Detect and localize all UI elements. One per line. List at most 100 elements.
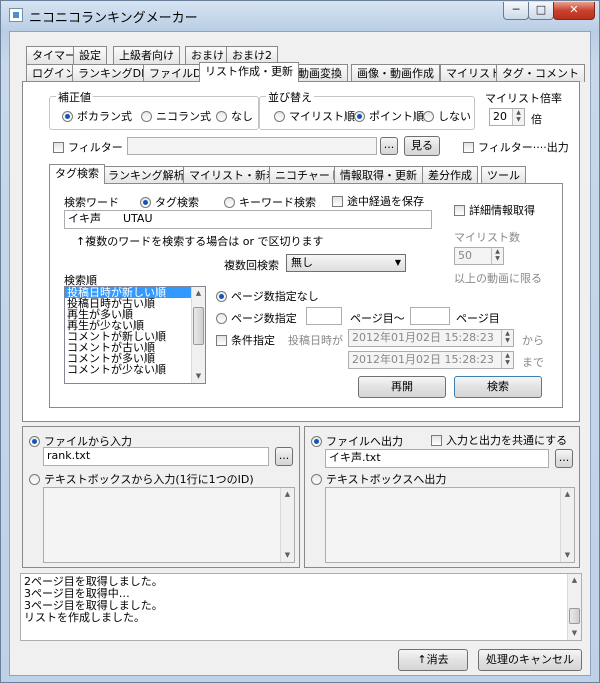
subtab-mylist-new[interactable]: マイリスト・新着 (183, 166, 283, 184)
log-textbox[interactable]: 2ページ目を取得しました。 3ページ目を取得中… 3ページ目を取得しました。 リ… (20, 573, 582, 641)
condition-checkbox[interactable]: 条件指定 (216, 332, 275, 348)
page-from-input[interactable] (306, 307, 342, 325)
filter-browse-button[interactable]: ... (380, 137, 398, 155)
filter-output-checkbox[interactable]: フィルター····出力 (463, 139, 569, 155)
scroll-down-icon[interactable]: ▼ (561, 549, 574, 562)
radio-keyword-search[interactable]: キーワード検索 (224, 194, 316, 210)
scroll-up-icon[interactable]: ▲ (192, 287, 205, 300)
radio-label: ボカラン式 (77, 110, 132, 123)
search-word-input[interactable]: イキ声 UTAU (64, 210, 432, 229)
tab-settings[interactable]: 設定 (73, 46, 107, 64)
scroll-down-icon[interactable]: ▼ (281, 549, 294, 562)
radio-dot (274, 110, 285, 122)
tab-video-convert[interactable]: 動画変換 (292, 64, 348, 82)
radio-bokaran[interactable]: ボカラン式 (62, 108, 132, 124)
search-hint: ↑複数のワードを検索する場合は or で区切ります (76, 235, 324, 248)
multi-search-select[interactable]: 無し ▼ (286, 254, 406, 272)
scroll-thumb[interactable] (569, 608, 580, 624)
clear-button[interactable]: ↑消去 (398, 649, 468, 671)
radio-point-order[interactable]: ポイント順 (354, 108, 424, 124)
output-textbox[interactable]: ▲ ▼ (325, 487, 575, 563)
checkbox-box (53, 141, 64, 153)
close-button[interactable]: ✕ (553, 2, 595, 20)
save-progress-checkbox[interactable]: 途中経過を保存 (332, 193, 424, 209)
checkbox-box (431, 434, 442, 446)
mylist-count-value: 50 (458, 249, 472, 262)
tab-image-video[interactable]: 画像・動画作成 (351, 64, 440, 82)
mylist-ratio-input[interactable]: 20 ▲ ▼ (489, 108, 525, 126)
spinner-arrows-icon[interactable]: ▲ ▼ (491, 248, 503, 264)
radio-input-textbox[interactable]: テキストボックスから入力(1行に1つのID) (29, 471, 254, 487)
cancel-process-button[interactable]: 処理のキャンセル (478, 649, 582, 671)
radio-mylist-order[interactable]: マイリスト順 (274, 108, 355, 124)
input-file-path[interactable]: rank.txt (43, 447, 269, 466)
input-textbox[interactable]: ▲ ▼ (43, 487, 295, 563)
output-file-path[interactable]: イキ声.txt (325, 449, 549, 468)
scroll-up-icon[interactable]: ▲ (561, 488, 574, 501)
subtab-diff[interactable]: 差分作成 (422, 166, 478, 184)
date-to-input[interactable]: 2012年01月02日 15:28:23 ▲ ▼ (348, 351, 514, 369)
list-item[interactable]: コメントが少ない順 (65, 364, 205, 375)
scroll-down-icon[interactable]: ▼ (192, 370, 205, 383)
textbox-scrollbar[interactable]: ▲ ▼ (560, 488, 574, 562)
output-panel: ファイルへ出力 入力と出力を共通にする イキ声.txt ... テキストボックス… (304, 426, 580, 568)
input-browse-button[interactable]: ... (275, 447, 293, 466)
spinner-arrows-icon[interactable]: ▲ ▼ (501, 330, 513, 346)
filter-label: フィルター (68, 141, 123, 154)
mylist-count-suffix: 以上の動画に限る (454, 272, 542, 285)
radio-output-file[interactable]: ファイルへ出力 (311, 433, 403, 449)
radio-none[interactable]: なし (216, 108, 253, 124)
page-to-input[interactable] (410, 307, 450, 325)
radio-no-sort[interactable]: しない (423, 108, 471, 124)
filter-view-button[interactable]: 見る (404, 136, 440, 156)
chevron-down-icon: ▼ (394, 258, 401, 267)
scroll-up-icon[interactable]: ▲ (568, 574, 581, 587)
minimize-button[interactable]: ─ (503, 2, 529, 20)
tag-search-panel: 検索ワード タグ検索 キーワード検索 途中経過を保存 イキ声 UTAU 詳細情報… (49, 183, 563, 408)
checkbox-box (454, 204, 465, 216)
client-area: タイマー 設定 上級者向け おまけ おまけ2 ログイン ランキングDL ファイル… (9, 31, 591, 676)
radio-label: ページ数指定なし (231, 290, 319, 303)
radio-tag-search[interactable]: タグ検索 (140, 194, 199, 210)
textbox-scrollbar[interactable]: ▲ ▼ (280, 488, 294, 562)
radio-output-textbox[interactable]: テキストボックスへ出力 (311, 471, 446, 487)
radio-label: なし (231, 110, 253, 123)
resume-button[interactable]: 再開 (358, 376, 446, 398)
tab-advanced[interactable]: 上級者向け (113, 46, 180, 64)
search-button[interactable]: 検索 (454, 376, 542, 398)
radio-nicoran[interactable]: ニコラン式 (141, 108, 211, 124)
subtab-info-update[interactable]: 情報取得・更新 (334, 166, 423, 184)
log-line: リストを作成しました。 (24, 611, 145, 624)
listbox-scrollbar[interactable]: ▲ ▼ (191, 287, 205, 383)
title-bar[interactable]: ニコニコランキングメーカー ─ □ ✕ (1, 1, 599, 29)
radio-label: ニコラン式 (156, 110, 211, 123)
common-io-checkbox[interactable]: 入力と出力を共通にする (431, 432, 567, 448)
search-order-listbox[interactable]: 投稿日時が新しい順 投稿日時が古い順 再生が多い順 再生が少ない順 コメントが新… (64, 286, 206, 384)
log-scrollbar[interactable]: ▲ ▼ (567, 574, 581, 640)
detail-info-checkbox[interactable]: 詳細情報取得 (454, 202, 535, 218)
filter-path-input[interactable] (127, 137, 377, 155)
scroll-down-icon[interactable]: ▼ (568, 627, 581, 640)
checkbox-box (332, 195, 343, 207)
tab-list-create[interactable]: リスト作成・更新 (199, 62, 299, 82)
radio-page-none[interactable]: ページ数指定なし (216, 288, 319, 304)
window-title: ニコニコランキングメーカー (29, 11, 198, 26)
date-from-input[interactable]: 2012年01月02日 15:28:23 ▲ ▼ (348, 329, 514, 347)
spinner-arrows-icon[interactable]: ▲ ▼ (501, 352, 513, 368)
maximize-button[interactable]: □ (528, 2, 554, 20)
spinner-arrows-icon[interactable]: ▲ ▼ (512, 109, 524, 125)
app-icon (9, 8, 23, 22)
radio-page-spec[interactable]: ページ数指定 (216, 310, 297, 326)
output-browse-button[interactable]: ... (555, 449, 573, 468)
scroll-up-icon[interactable]: ▲ (281, 488, 294, 501)
subtab-tools[interactable]: ツール (481, 166, 526, 184)
scroll-thumb[interactable] (193, 307, 204, 345)
subtab-tag-search[interactable]: タグ検索 (49, 164, 105, 184)
subtab-ranking-analysis[interactable]: ランキング解析 (102, 166, 191, 184)
radio-dot (141, 110, 152, 122)
mylist-count-input[interactable]: 50 ▲ ▼ (454, 247, 504, 265)
from-suffix: から (522, 334, 544, 347)
filter-checkbox[interactable]: フィルター (53, 139, 123, 155)
tab-ranking-dl[interactable]: ランキングDL (72, 64, 154, 82)
tab-tag-comment[interactable]: タグ・コメント (496, 64, 585, 82)
